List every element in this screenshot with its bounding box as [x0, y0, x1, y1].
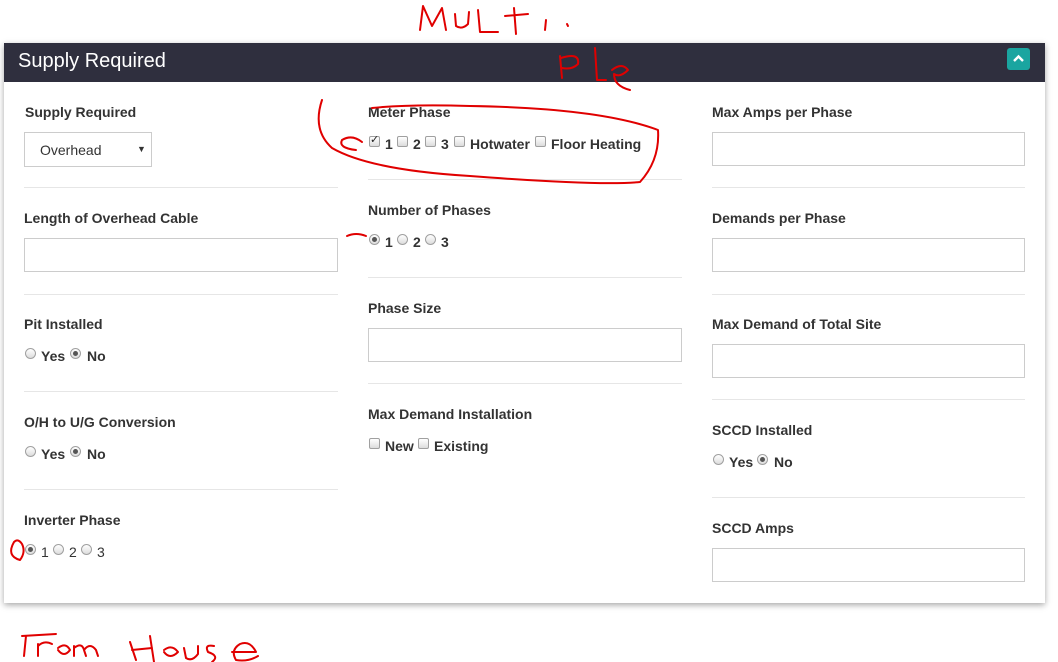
- number-of-phases-1-radio[interactable]: [369, 234, 380, 245]
- supply-required-panel: Supply Required: [4, 43, 1045, 603]
- collapse-button[interactable]: [1007, 48, 1030, 70]
- max-demand-installation-label: Max Demand Installation: [368, 406, 533, 422]
- phase-size-label: Phase Size: [368, 300, 442, 316]
- meter-phase-2-checkbox[interactable]: [397, 136, 408, 147]
- max-demand-existing-checkbox[interactable]: [418, 438, 429, 449]
- divider: [712, 294, 1025, 295]
- sccd-installed-yes-radio[interactable]: [713, 454, 724, 465]
- inverter-phase-3-label: 3: [97, 544, 105, 560]
- pit-installed-no-label: No: [87, 348, 106, 364]
- meter-phase-3-label: 3: [441, 136, 449, 152]
- panel-title: Supply Required: [18, 50, 166, 72]
- inverter-phase-1-label: 1: [41, 544, 49, 560]
- sccd-installed-yes-label: Yes: [729, 454, 754, 470]
- triangle-down-icon: ▼: [137, 144, 146, 154]
- max-demand-total-input[interactable]: [712, 344, 1025, 378]
- oh-ug-label: O/H to U/G Conversion: [24, 414, 176, 430]
- divider: [24, 489, 338, 490]
- pit-installed-label: Pit Installed: [24, 316, 103, 332]
- oh-ug-yes-label: Yes: [41, 446, 66, 462]
- number-of-phases-1-label: 1: [385, 234, 393, 250]
- supply-required-select[interactable]: Overhead ▼: [24, 132, 152, 167]
- inverter-phase-label: Inverter Phase: [24, 512, 121, 528]
- meter-phase-1-checkbox[interactable]: [369, 133, 380, 147]
- meter-phase-hotwater-checkbox[interactable]: [454, 136, 465, 147]
- sccd-amps-label: SCCD Amps: [712, 520, 794, 536]
- phase-size-input[interactable]: [368, 328, 682, 362]
- meter-phase-floor-heating-label: Floor Heating: [551, 136, 642, 152]
- number-of-phases-2-radio[interactable]: [397, 234, 408, 245]
- max-demand-new-checkbox[interactable]: [369, 438, 380, 449]
- number-of-phases-label: Number of Phases: [368, 202, 491, 218]
- meter-phase-2-label: 2: [413, 136, 421, 152]
- inverter-phase-3-radio[interactable]: [81, 544, 92, 555]
- max-amps-label: Max Amps per Phase: [712, 104, 853, 120]
- pit-installed-no-radio[interactable]: [70, 348, 81, 359]
- number-of-phases-2-label: 2: [413, 234, 421, 250]
- length-overhead-label: Length of Overhead Cable: [24, 210, 199, 226]
- divider: [24, 187, 338, 188]
- divider: [24, 294, 338, 295]
- number-of-phases-3-label: 3: [441, 234, 449, 250]
- supply-required-value: Overhead: [40, 142, 102, 158]
- oh-ug-no-radio[interactable]: [70, 446, 81, 457]
- demands-per-phase-input[interactable]: [712, 238, 1025, 272]
- divider: [712, 187, 1025, 188]
- supply-required-label: Supply Required: [25, 104, 137, 120]
- inverter-phase-2-radio[interactable]: [53, 544, 64, 555]
- oh-ug-yes-radio[interactable]: [25, 446, 36, 457]
- length-overhead-input[interactable]: [24, 238, 338, 272]
- max-demand-existing-label: Existing: [434, 438, 489, 454]
- divider: [24, 391, 338, 392]
- sccd-amps-input[interactable]: [712, 548, 1025, 582]
- meter-phase-hotwater-label: Hotwater: [470, 136, 530, 152]
- demands-per-phase-label: Demands per Phase: [712, 210, 846, 226]
- oh-ug-no-label: No: [87, 446, 106, 462]
- divider: [712, 497, 1025, 498]
- max-amps-input[interactable]: [712, 132, 1025, 166]
- divider: [368, 383, 682, 384]
- inverter-phase-1-radio[interactable]: [25, 544, 36, 555]
- inverter-phase-2-label: 2: [69, 544, 77, 560]
- number-of-phases-3-radio[interactable]: [425, 234, 436, 245]
- pit-installed-yes-label: Yes: [41, 348, 66, 364]
- meter-phase-label: Meter Phase: [368, 104, 451, 120]
- meter-phase-1-label: 1: [385, 136, 393, 152]
- meter-phase-3-checkbox[interactable]: [425, 136, 436, 147]
- divider: [368, 179, 682, 180]
- divider: [368, 277, 682, 278]
- meter-phase-floor-heating-checkbox[interactable]: [535, 136, 546, 147]
- max-demand-new-label: New: [385, 438, 414, 454]
- pit-installed-yes-radio[interactable]: [25, 348, 36, 359]
- sccd-installed-label: SCCD Installed: [712, 422, 813, 438]
- sccd-installed-no-radio[interactable]: [757, 454, 768, 465]
- panel-header: Supply Required: [4, 43, 1045, 82]
- chevron-up-icon: [1013, 54, 1024, 62]
- sccd-installed-no-label: No: [774, 454, 793, 470]
- divider: [712, 399, 1025, 400]
- max-demand-total-label: Max Demand of Total Site: [712, 316, 882, 332]
